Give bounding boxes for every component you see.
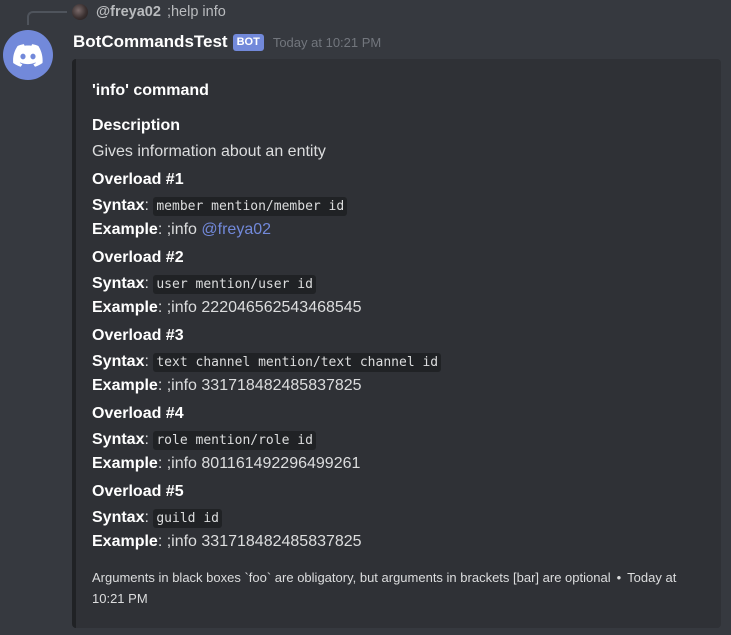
user-avatar-icon[interactable] (72, 4, 88, 20)
example-command: ;info (166, 299, 197, 316)
syntax-label: Syntax (92, 509, 145, 526)
syntax-code: guild id (153, 509, 222, 528)
syntax-label: Syntax (92, 197, 145, 214)
message-author[interactable]: BotCommandsTest (73, 32, 228, 52)
example-line: Example: ;info 331718482485837825 (92, 533, 362, 550)
user-mention[interactable]: @freya02 (201, 221, 271, 238)
example-label: Example (92, 455, 158, 472)
field-name: Overload #2 (92, 249, 184, 266)
example-argument: 222046562543468545 (201, 299, 362, 316)
syntax-line: Syntax: user mention/user id (92, 272, 705, 296)
field-value: Gives information about an entity (92, 143, 326, 160)
example-line: Example: ;info 801161492296499261 (92, 455, 361, 472)
syntax-line: Syntax: role mention/role id (92, 428, 705, 452)
message-header: BotCommandsTest BOT Today at 10:21 PM (73, 30, 381, 54)
example-argument: 331718482485837825 (201, 377, 362, 394)
syntax-line: Syntax: guild id (92, 506, 705, 530)
footer-text: Arguments in black boxes `foo` are oblig… (92, 570, 611, 585)
example-command: ;info (166, 533, 197, 550)
reply-author[interactable]: @freya02 (96, 4, 161, 20)
example-command: ;info (166, 377, 197, 394)
embed-field-overload: Overload #2 Syntax: user mention/user id E… (92, 248, 705, 319)
bot-badge: BOT (232, 33, 264, 51)
message-timestamp[interactable]: Today at 10:21 PM (273, 35, 381, 50)
syntax-label: Syntax (92, 431, 145, 448)
syntax-code: user mention/user id (153, 275, 316, 294)
syntax-label: Syntax (92, 275, 145, 292)
embed-field-overload: Overload #1 Syntax: member mention/member… (92, 170, 705, 241)
reply-content[interactable]: ;help info (167, 4, 226, 20)
syntax-line: Syntax: text channel mention/text channe… (92, 350, 705, 374)
help-embed: 'info' command Description Gives informa… (72, 59, 721, 628)
discord-logo-icon[interactable] (3, 30, 53, 80)
example-line: Example: ;info 331718482485837825 (92, 377, 362, 394)
syntax-code: text channel mention/text channel id (153, 353, 442, 372)
example-label: Example (92, 221, 158, 238)
embed-field-overload: Overload #5 Syntax: guild id Example: ;inf… (92, 482, 705, 553)
field-name: Overload #3 (92, 327, 184, 344)
discord-logo-glyph (13, 43, 43, 67)
example-command: ;info (166, 455, 197, 472)
reply-connector (27, 11, 67, 25)
reply-reference[interactable]: @freya02 ;help info (72, 3, 226, 21)
example-label: Example (92, 533, 158, 550)
field-name: Description (92, 117, 181, 134)
syntax-code: member mention/member id (153, 197, 348, 216)
syntax-label: Syntax (92, 353, 145, 370)
field-name: Overload #4 (92, 405, 184, 422)
example-line: Example: ;info 222046562543468545 (92, 299, 362, 316)
embed-field-overload: Overload #4 Syntax: role mention/role id E… (92, 404, 705, 475)
syntax-line: Syntax: member mention/member id (92, 194, 705, 218)
example-command: ;info (166, 221, 197, 238)
syntax-code: role mention/role id (153, 431, 316, 450)
example-argument: 331718482485837825 (201, 533, 362, 550)
example-line: Example: ;info @freya02 (92, 221, 272, 238)
chat-message: @freya02 ;help info BotCommandsTest BOT … (0, 0, 731, 635)
example-label: Example (92, 377, 158, 394)
embed-field-overload: Overload #3 Syntax: text channel mention/… (92, 326, 705, 397)
example-argument: 801161492296499261 (201, 455, 361, 472)
embed-title: 'info' command (92, 82, 209, 99)
example-label: Example (92, 299, 158, 316)
field-name: Overload #1 (92, 171, 184, 188)
field-name: Overload #5 (92, 483, 184, 500)
embed-footer: Arguments in black boxes `foo` are oblig… (92, 567, 692, 609)
embed-field-description: Description Gives information about an e… (92, 116, 705, 163)
footer-separator: • (616, 570, 622, 585)
